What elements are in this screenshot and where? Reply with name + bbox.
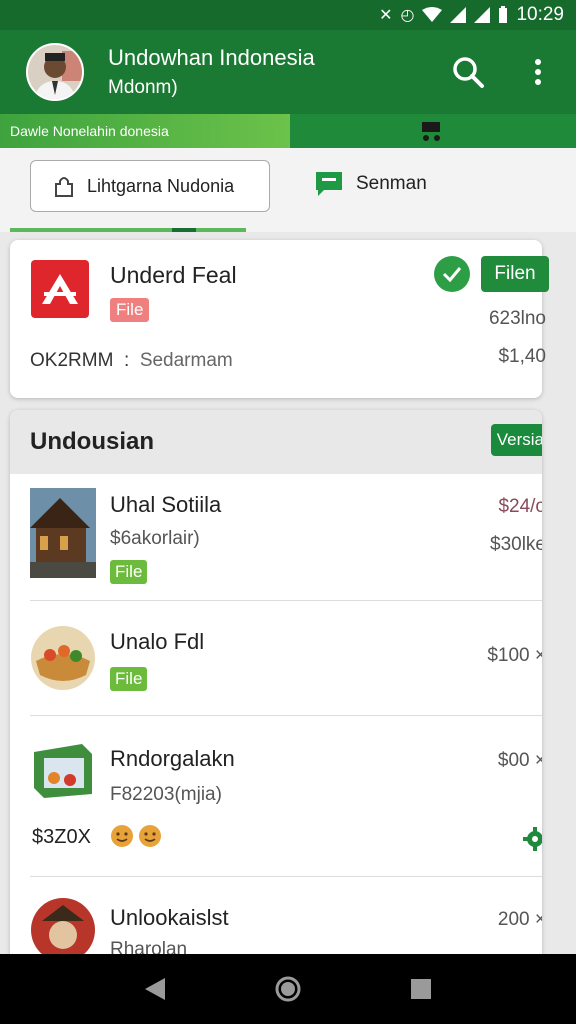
tab-indicator — [10, 228, 246, 232]
smile-icon — [139, 825, 161, 847]
product-section: Undousian Versia Uhal Sotiila $6akorlair… — [10, 410, 542, 970]
cart-icon — [422, 122, 440, 141]
item-tag: File — [110, 667, 148, 691]
item-name: Unlookaislst — [110, 905, 229, 930]
app-title: Undowhan Indonesia — [108, 45, 315, 70]
promo-banner[interactable]: Dawle Nonelahin donesia — [0, 114, 576, 148]
recents-icon[interactable] — [409, 977, 433, 1001]
status-bar: ✕ ◴ 10:29 — [0, 0, 576, 30]
featured-price: $1,40 — [498, 346, 546, 367]
section-title: Undousian — [30, 428, 154, 455]
versia-button[interactable]: Versia — [490, 424, 542, 456]
home-icon[interactable] — [274, 975, 302, 1003]
featured-card[interactable]: Underd Feal File Filen 623lno OK2RMM : S… — [10, 240, 549, 398]
item-name: Rndorgalakn — [110, 746, 235, 771]
tab-lihtgarna[interactable]: Lihtgarna Nudonia — [30, 160, 270, 212]
featured-tag: File — [110, 298, 150, 322]
item-subtitle: F82203(mjia) — [110, 784, 222, 805]
item-price: $24/o — [498, 496, 542, 517]
chat-icon — [316, 172, 342, 196]
featured-separator: : — [123, 350, 130, 371]
more-vert-icon — [535, 59, 541, 85]
item-tag: File — [110, 560, 148, 584]
check-button[interactable] — [434, 256, 470, 292]
list-item[interactable]: Rndorgalakn F82203(mjia) $00 × $3Z0X — [10, 716, 542, 876]
item-thumbnail — [30, 625, 96, 691]
banner-text: Dawle Nonelahin donesia — [0, 114, 290, 148]
tab-bar: Lihtgarna Nudonia Senman — [0, 148, 576, 232]
tab-label: Lihtgarna Nudonia — [87, 175, 235, 196]
more-options-button[interactable] — [520, 54, 556, 90]
wifi-icon — [422, 7, 443, 22]
battery-icon — [499, 6, 508, 23]
item-thumbnail — [30, 738, 96, 804]
nfc-icon: ✕ — [379, 7, 393, 24]
item-price-secondary: $3Z0X — [32, 826, 91, 848]
search-button[interactable] — [450, 54, 486, 90]
item-price: $100 × — [487, 645, 542, 666]
list-item[interactable]: Uhal Sotiila $6akorlair) File $24/o $30l… — [10, 474, 542, 600]
signal-2-icon — [474, 7, 491, 23]
list-item[interactable]: Unalo Fdl File $100 × — [10, 601, 542, 715]
back-icon[interactable] — [143, 976, 167, 1002]
system-nav-bar — [0, 954, 576, 1024]
bag-icon — [55, 177, 73, 197]
app-bar: Undowhan Indonesia Mdonm) — [0, 30, 576, 114]
settings-icon[interactable] — [522, 826, 542, 852]
avatar[interactable] — [26, 43, 84, 101]
featured-meta: 623lno — [488, 308, 546, 329]
item-name: Uhal Sotiila — [110, 492, 222, 517]
item-price: 200 × — [497, 909, 542, 930]
item-price: $00 × — [497, 750, 542, 771]
featured-code-line: OK2RMM : Sedarmam — [30, 350, 233, 372]
tab-senman[interactable]: Senman — [314, 170, 427, 198]
smile-icon — [111, 825, 133, 847]
tab-label: Senman — [356, 173, 427, 194]
filen-button[interactable]: Filen — [481, 256, 549, 292]
status-time: 10:29 — [516, 4, 564, 25]
signal-icon — [450, 7, 467, 23]
emoji-row — [110, 824, 162, 848]
item-name: Unalo Fdl — [110, 629, 205, 654]
app-subtitle: Mdonm) — [108, 77, 178, 98]
search-icon — [453, 57, 484, 88]
item-thumbnail — [30, 488, 96, 578]
brand-logo — [31, 260, 89, 318]
alarm-icon: ◴ — [400, 7, 415, 24]
item-subtitle: $6akorlair) — [110, 528, 200, 549]
check-icon — [442, 267, 462, 282]
featured-code: OK2RMM — [30, 350, 114, 371]
item-price-secondary: $30lke — [490, 534, 542, 555]
section-header: Undousian Versia — [10, 410, 542, 474]
featured-name: Underd Feal — [110, 262, 237, 288]
featured-seller: Sedarmam — [139, 350, 233, 371]
